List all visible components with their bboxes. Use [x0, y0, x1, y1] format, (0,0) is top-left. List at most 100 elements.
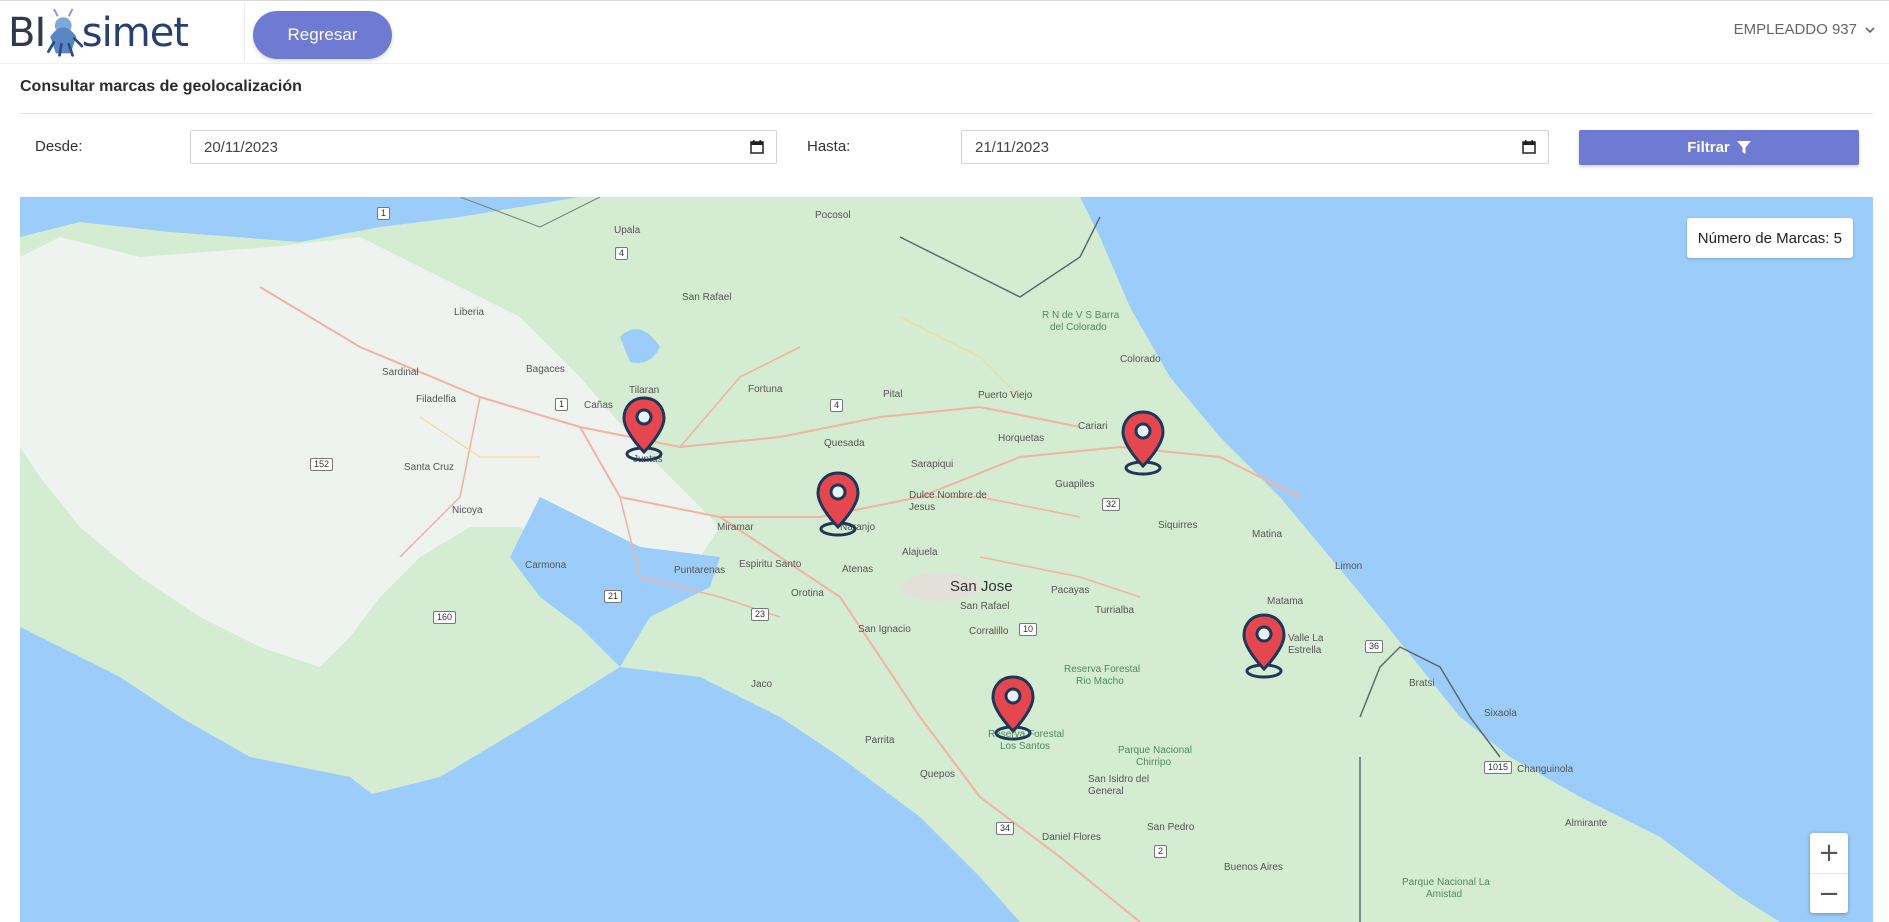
user-menu[interactable]: EMPLEADDO 937 — [1734, 21, 1875, 38]
marker-count-label: Número de Marcas: 5 — [1697, 229, 1842, 247]
place-label: Quesada — [824, 438, 865, 449]
place-label: Matama — [1267, 596, 1304, 607]
place-label: Parrita — [865, 735, 895, 746]
route-shield: 1015 — [1484, 761, 1513, 774]
place-label: Changuinola — [1517, 764, 1574, 775]
place-label: Parque Nacional — [1118, 745, 1192, 756]
place-label: Liberia — [454, 307, 485, 318]
place-label: Turrialba — [1095, 605, 1135, 616]
place-label: Sixaola — [1484, 708, 1517, 719]
route-shield: 34 — [996, 822, 1015, 835]
map-marker-icon[interactable] — [990, 675, 1036, 741]
place-label: San Rafael — [960, 601, 1010, 612]
place-label: Reserva Forestal — [1064, 664, 1141, 675]
page-title: Consultar marcas de geolocalización — [20, 78, 302, 95]
geolocation-map[interactable]: Upala Pocosol San Rafael Liberia Bagaces… — [20, 197, 1873, 922]
route-shield: 2 — [1154, 845, 1168, 858]
place-label: Dulce Nombre de — [909, 490, 987, 501]
route-shield: 21 — [604, 590, 623, 603]
place-label: del Colorado — [1050, 322, 1107, 333]
place-label: Fortuna — [748, 384, 783, 395]
place-label: San Isidro del — [1088, 774, 1150, 785]
map-marker-icon[interactable] — [815, 471, 861, 537]
place-label: Rio Macho — [1076, 676, 1124, 687]
route-shield: 10 — [1019, 623, 1038, 636]
route-shield: 160 — [433, 611, 457, 624]
place-label: Corralillo — [969, 626, 1009, 637]
calendar-icon[interactable] — [750, 140, 764, 154]
from-label: Desde: — [35, 138, 83, 155]
place-label: Valle La — [1288, 633, 1324, 644]
to-date-value: 21/11/2023 — [975, 138, 1049, 156]
place-label: Limon — [1335, 561, 1363, 572]
back-button[interactable]: Regresar — [253, 11, 392, 59]
place-label: Puerto Viejo — [978, 390, 1033, 401]
zoom-in-button[interactable]: + — [1810, 833, 1848, 874]
header-divider — [244, 3, 245, 61]
to-date-input[interactable]: 21/11/2023 — [961, 130, 1549, 164]
place-label: San Rafael — [682, 292, 732, 303]
place-label: Carmona — [525, 560, 567, 571]
title-divider — [20, 113, 1873, 114]
place-label: Espiritu Santo — [739, 559, 802, 570]
place-label: Parque Nacional La — [1402, 877, 1490, 888]
logo-text-left: BI — [8, 10, 46, 56]
map-marker-icon[interactable] — [1241, 613, 1287, 679]
filter-button-label: Filtrar — [1687, 139, 1730, 156]
place-label: San Pedro — [1147, 822, 1195, 833]
from-date-input[interactable]: 20/11/2023 — [190, 130, 777, 164]
place-label: Guapiles — [1055, 479, 1095, 490]
place-label: Los Santos — [1000, 741, 1051, 752]
place-label: Quepos — [920, 769, 956, 780]
place-label: Chirripo — [1136, 757, 1172, 768]
route-shield: 4 — [615, 247, 629, 260]
app-logo[interactable]: BI simet — [8, 7, 189, 59]
place-label: Amistad — [1426, 889, 1463, 900]
place-label: Puntarenas — [674, 565, 726, 576]
route-shield: 1 — [555, 398, 569, 411]
place-label: San Jose — [950, 578, 1013, 595]
place-label: Miramar — [717, 522, 754, 533]
place-label: Colorado — [1120, 354, 1161, 365]
place-label: Jaco — [751, 679, 773, 690]
calendar-icon[interactable] — [1522, 140, 1536, 154]
place-label: Pacayas — [1051, 585, 1090, 596]
place-label: San Ignacio — [858, 624, 911, 635]
place-label: Daniel Flores — [1042, 832, 1101, 843]
map-marker-icon[interactable] — [1120, 410, 1166, 476]
route-shield: 32 — [1102, 498, 1121, 511]
place-label: Bagaces — [526, 364, 565, 375]
to-label: Hasta: — [807, 138, 851, 155]
chevron-down-icon — [1865, 26, 1875, 33]
place-label: Pocosol — [815, 210, 851, 221]
place-label: Pital — [883, 389, 903, 400]
place-label: R N de V S Barra — [1042, 310, 1120, 321]
place-label: Bratsi — [1409, 678, 1435, 689]
map-marker-icon[interactable] — [621, 396, 667, 462]
filter-button[interactable]: Filtrar — [1579, 130, 1859, 165]
place-label: Filadelfia — [416, 394, 457, 405]
place-label: Sarapiqui — [911, 459, 954, 470]
place-label: Buenos Aires — [1224, 862, 1283, 873]
zoom-out-button[interactable]: − — [1810, 874, 1848, 914]
logo-text-right: simet — [81, 10, 189, 56]
route-shield: 23 — [751, 608, 770, 621]
top-bar: BI simet Regresar EMPLEADDO 937 — [0, 0, 1889, 64]
place-label: Santa Cruz — [404, 462, 455, 473]
place-label: Jesus — [909, 502, 936, 513]
place-label: Upala — [614, 225, 641, 236]
route-shield: 4 — [830, 399, 844, 412]
place-label: Orotina — [791, 588, 824, 599]
place-label: Almirante — [1565, 818, 1608, 829]
place-label: Estrella — [1288, 645, 1322, 656]
place-label: Sardinal — [382, 367, 419, 378]
user-name: EMPLEADDO 937 — [1733, 21, 1857, 38]
route-shield: 152 — [310, 458, 334, 471]
marker-count-badge: Número de Marcas: 5 — [1686, 218, 1853, 258]
place-label: Alajuela — [902, 547, 938, 558]
place-label: Tilaran — [629, 385, 660, 396]
filter-icon — [1736, 140, 1751, 154]
from-date-value: 20/11/2023 — [204, 138, 278, 156]
hand-logo-icon — [47, 8, 84, 57]
place-label: Atenas — [842, 564, 874, 575]
